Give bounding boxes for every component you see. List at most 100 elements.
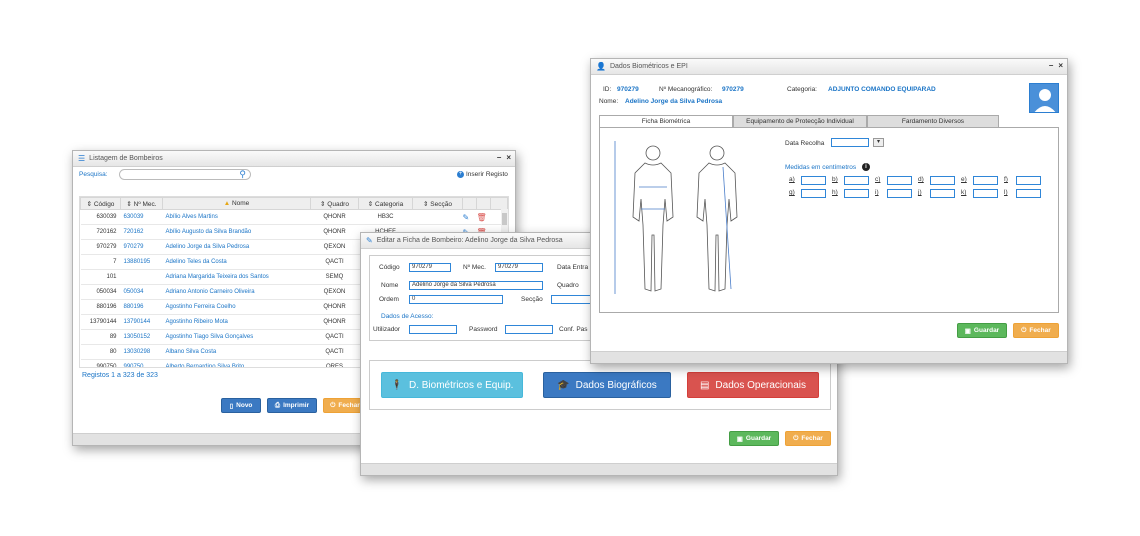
categoria-value: ADJUNTO COMANDO EQUIPARAD [828,86,936,93]
cell-quadro: QACTI [310,344,359,360]
cell-codigo: 13790144 [80,314,121,330]
cell-seccao [412,209,463,225]
measure-field[interactable] [887,189,912,198]
editar-title: Editar a Ficha de Bombeiro: Adelino Jorg… [376,237,563,244]
measure-label: a) [789,176,795,183]
col-mec[interactable]: ⇕ Nº Mec. [120,197,163,210]
measure-field[interactable] [973,189,998,198]
codigo-label: Código [379,264,400,271]
table-row[interactable]: 630039 630039 Abílio Alves Martins QHONR HB3… [80,209,508,225]
measure-field[interactable] [930,176,955,185]
cell-codigo: 990750 [80,359,121,367]
cell-quadro: QHONR [310,299,359,315]
cell-codigo: 970279 [80,239,121,255]
data-recolha-field[interactable] [831,138,869,147]
novo-button[interactable]: ▯ Novo [221,398,261,413]
utilizador-field[interactable] [409,325,457,334]
avatar [1029,83,1059,113]
cell-nome: Adriano Antonio Carneiro Oliveira [162,284,311,300]
password-field[interactable] [505,325,553,334]
minimize-icon[interactable]: – [497,153,501,162]
nome-field[interactable]: Adelino Jorge da Silva Pedrosa [409,281,543,290]
medidas-label: Medidas em centímetros [785,164,857,171]
fechar-editar-button[interactable]: ⏻ Fechar [785,431,831,446]
delete-icon[interactable]: 🗑 [477,213,487,222]
bio-footer [591,351,1067,363]
cell-mec: 13880195 [120,254,163,270]
guardar-editar-button[interactable]: ▣ Guardar [729,431,779,446]
guardar-bio-button[interactable]: ▣ Guardar [957,323,1007,338]
graduation-cap-icon: 🎓 [557,379,570,391]
cell-nome: Abílio Augusto da Silva Brandão [162,224,311,240]
cell-codigo: 880196 [80,299,121,315]
editar-footer [361,463,837,475]
power-icon: ⏻ [330,401,336,409]
cell-nome: Alberto Bernardino Silva Brito [162,359,311,367]
mec-field[interactable]: 970279 [495,263,543,272]
edit-icon[interactable]: ✎ [463,213,470,222]
cell-categoria: HB3C [358,209,413,225]
cell-mec: 880196 [120,299,163,315]
col-quadro[interactable]: ⇕ Quadro [310,197,359,210]
cell-codigo: 80 [80,344,121,360]
bio-titlebar: 👤 Dados Biométricos e EPI – × [591,59,1067,75]
measure-field[interactable] [844,189,869,198]
measure-field[interactable] [801,189,826,198]
col-categoria[interactable]: ⇕ Categoria [358,197,413,210]
bio-title: Dados Biométricos e EPI [609,63,688,70]
measure-label: b) [832,176,838,183]
cell-quadro: QHONR [310,224,359,240]
file-icon: ▯ [229,402,234,410]
codigo-field[interactable]: 970279 [409,263,451,272]
measure-field[interactable] [1016,176,1041,185]
close-icon[interactable]: × [506,153,511,162]
nome-label: Nome: [599,98,619,105]
seccao-label: Secção [521,296,543,303]
plus-circle-icon: + [457,171,464,178]
measure-label: h) [832,189,838,196]
calendar-icon[interactable]: ▾ [873,138,884,147]
cell-nome: Albano Silva Costa [162,344,311,360]
cell-codigo: 7 [80,254,121,270]
seccao-field[interactable] [551,295,591,304]
cell-nome: Adriana Margarida Teixeira dos Santos [162,269,311,285]
measure-label: d) [918,176,924,183]
insert-record-link[interactable]: + Inserir Registo [457,171,508,178]
print-icon: ⎙ [274,401,281,409]
records-count: Registos 1 a 323 de 323 [82,372,158,379]
conf-password-label: Conf. Pas [559,326,588,333]
measure-field[interactable] [887,176,912,185]
operacionais-button[interactable]: ▤ Dados Operacionais [687,372,819,398]
biometricos-button[interactable]: 🕴 D. Biométricos e Equip. [381,372,523,398]
cell-quadro: QEXON [310,284,359,300]
measure-field[interactable] [801,176,826,185]
cell-nome: Agostinho Ferreira Coelho [162,299,311,315]
ordem-field[interactable]: 0 [409,295,503,304]
col-seccao[interactable]: ⇕ Secção [412,197,463,210]
measure-field[interactable] [973,176,998,185]
minimize-icon[interactable]: – [1049,61,1053,70]
col-nome[interactable]: ▲ Nome [162,197,311,210]
cell-quadro: QEXON [310,239,359,255]
imprimir-button[interactable]: ⎙ Imprimir [267,398,317,413]
data-entrada-label: Data Entra [557,264,589,271]
mec-label: Nº Mec. [463,264,486,271]
cell-codigo: 720162 [80,224,121,240]
measure-field[interactable] [1016,189,1041,198]
biograficos-button[interactable]: 🎓 Dados Biográficos [543,372,671,398]
fechar-bio-button[interactable]: ⏻ Fechar [1013,323,1059,338]
cell-nome: Abílio Alves Martins [162,209,311,225]
close-icon[interactable]: × [1058,61,1063,70]
search-icon[interactable]: ⚲ [239,169,246,180]
col-codigo[interactable]: ⇕ Código [80,197,121,210]
data-recolha-label: Data Recolha [785,140,825,147]
cell-quadro: SEMQ [310,269,359,285]
measure-label: c) [875,176,881,183]
measure-field[interactable] [930,189,955,198]
id-label: ID: [603,86,612,93]
user-icon: 👤 [596,62,606,71]
bio-window: 👤 Dados Biométricos e EPI – × ID: 970279 … [590,58,1068,364]
search-input[interactable]: ⚲ [119,169,251,180]
measure-label: g) [789,189,795,196]
measure-field[interactable] [844,176,869,185]
